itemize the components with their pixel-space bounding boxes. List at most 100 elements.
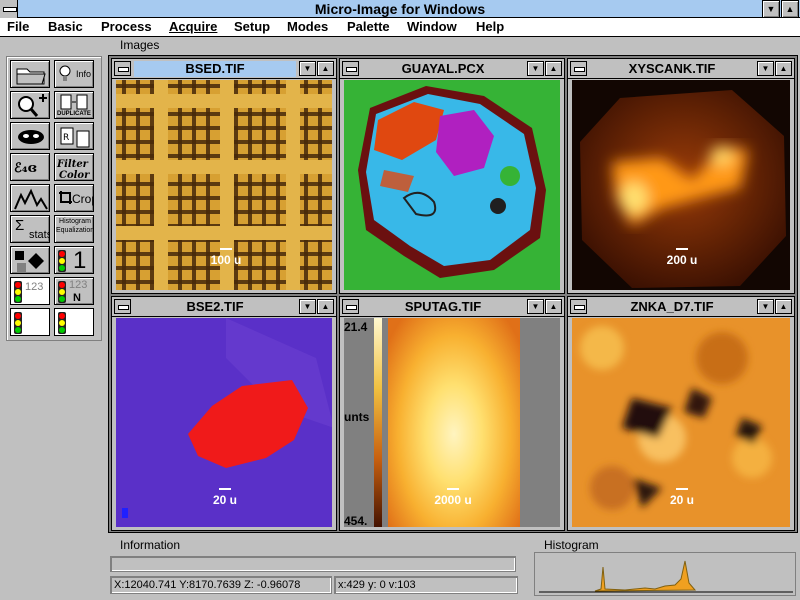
stop-tool-2[interactable] — [54, 308, 94, 336]
window-menu-button[interactable] — [570, 299, 587, 314]
menu-acquire[interactable]: Acquire — [169, 19, 217, 34]
maximize-button[interactable]: ▲ — [775, 299, 792, 314]
colorbar-min-label: 454. — [344, 514, 368, 527]
window-title: GUAYAL.PCX — [401, 61, 485, 76]
crop-icon — [58, 190, 72, 209]
window-title: BSED.TIF — [134, 61, 296, 77]
frame-counter-tool[interactable]: 1 — [54, 246, 94, 274]
menu-basic[interactable]: Basic — [48, 19, 83, 34]
traffic-light-icon — [58, 250, 66, 272]
window-menu-button[interactable] — [342, 61, 359, 76]
window-title: SPUTAG.TIF — [404, 299, 482, 314]
maximize-button[interactable]: ▲ — [545, 299, 562, 314]
menu-modes[interactable]: Modes — [287, 19, 328, 34]
maximize-button[interactable]: ▲ — [781, 0, 799, 18]
window-menu-button[interactable] — [114, 61, 131, 76]
menu-help[interactable]: Help — [476, 19, 504, 34]
traffic-light-icon — [58, 281, 66, 303]
window-title-bar[interactable]: ZNKA_D7.TIF ▼ ▲ — [568, 297, 794, 317]
maximize-button[interactable]: ▲ — [545, 61, 562, 76]
stop-tool-1[interactable] — [10, 308, 50, 336]
colorbar-max-label: 21.4 — [344, 320, 368, 334]
stats-tool[interactable]: Σ stats — [10, 215, 50, 243]
minimize-button[interactable]: ▼ — [299, 299, 316, 314]
image-window-bsed[interactable]: BSED.TIF ▼ ▲ 100 u — [111, 58, 337, 294]
profile-icon — [11, 188, 49, 211]
crop-tool[interactable]: Crop — [54, 184, 94, 212]
sputag-image[interactable]: 21.4 unts 454. 2000 u — [344, 318, 560, 527]
menu-bar: File Basic Process Acquire Setup Modes P… — [0, 18, 800, 37]
window-title: XYSCANK.TIF — [628, 61, 716, 76]
menu-palette[interactable]: Palette — [347, 19, 390, 34]
histogram-panel — [534, 552, 796, 596]
window-title-bar[interactable]: BSE2.TIF ▼ ▲ — [112, 297, 336, 317]
message-field — [110, 556, 516, 572]
image-window-guayal[interactable]: GUAYAL.PCX ▼ ▲ — [339, 58, 565, 294]
window-title-bar[interactable]: GUAYAL.PCX ▼ ▲ — [340, 59, 564, 79]
region-icon: R — [55, 127, 93, 149]
minimize-button[interactable]: ▼ — [527, 299, 544, 314]
mdi-workspace: BSED.TIF ▼ ▲ 100 u GUAYAL.PCX ▼ ▲ XYSCAN… — [108, 55, 798, 533]
image-window-xyscank[interactable]: XYSCANK.TIF ▼ ▲ 200 u — [567, 58, 795, 294]
minimize-button[interactable]: ▼ — [527, 61, 544, 76]
minimize-button[interactable]: ▼ — [299, 61, 316, 76]
window-menu-button[interactable] — [114, 299, 131, 314]
coords-readout: X:12040.741 Y:8170.7639 Z: -0.96078 — [110, 576, 332, 594]
text-tool[interactable]: ℰ₄ɞ — [10, 153, 50, 181]
stats-label: stats — [29, 229, 50, 241]
menu-window[interactable]: Window — [407, 19, 457, 34]
maximize-button[interactable]: ▲ — [775, 61, 792, 76]
filter-tool[interactable]: Filter Color — [54, 153, 94, 181]
window-menu-button[interactable] — [342, 299, 359, 314]
scale-bar: 20 u — [657, 488, 707, 507]
xyscank-image[interactable]: 200 u — [572, 80, 790, 290]
window-title-bar[interactable]: BSED.TIF ▼ ▲ — [112, 59, 336, 79]
lightbulb-icon — [58, 64, 72, 87]
zoom-tool[interactable] — [10, 91, 50, 119]
bse2-image[interactable]: 20 u — [116, 318, 332, 527]
znka-image[interactable]: 20 u — [572, 318, 790, 527]
menu-process[interactable]: Process — [101, 19, 152, 34]
minimize-button[interactable]: ▼ — [762, 0, 780, 18]
text-icon: ℰ₄ɞ — [11, 161, 49, 180]
image-window-sputag[interactable]: SPUTAG.TIF ▼ ▲ 21.4 unts 454. 2000 u — [339, 296, 565, 531]
maximize-button[interactable]: ▲ — [317, 299, 334, 314]
traffic-light-icon — [58, 312, 66, 334]
colorbar-unit-label: unts — [344, 410, 370, 424]
frame-counter-value: 1 — [73, 247, 87, 274]
window-title-bar[interactable]: XYSCANK.TIF ▼ ▲ — [568, 59, 794, 79]
info-tool[interactable]: Info — [54, 60, 94, 88]
image-window-znka[interactable]: ZNKA_D7.TIF ▼ ▲ 20 u — [567, 296, 795, 531]
histogram-section-label: Histogram — [544, 538, 599, 552]
window-title: ZNKA_D7.TIF — [630, 299, 714, 314]
guayal-particle — [358, 86, 546, 278]
app-title: Micro-Image for Windows — [314, 1, 486, 17]
guayal-image[interactable] — [344, 80, 560, 290]
sequence-tool-1[interactable]: 123 — [10, 277, 50, 305]
scale-bar: 20 u — [200, 488, 250, 507]
menu-file[interactable]: File — [7, 19, 29, 34]
mask-tool[interactable] — [10, 122, 50, 150]
bsed-image[interactable]: 100 u — [116, 80, 332, 290]
window-title-bar[interactable]: SPUTAG.TIF ▼ ▲ — [340, 297, 564, 317]
histogram-equalization-tool[interactable]: Histogram Equalization — [54, 215, 94, 243]
sequence-tool-n[interactable]: 123 N — [54, 277, 94, 305]
region-tool[interactable]: R — [54, 122, 94, 150]
menu-setup[interactable]: Setup — [234, 19, 270, 34]
duplicate-tool[interactable]: DUPLICATE — [54, 91, 94, 119]
filter-icon: Filter Color — [55, 159, 93, 180]
image-window-bse2[interactable]: BSE2.TIF ▼ ▲ 20 u — [111, 296, 337, 531]
scale-bar: 2000 u — [428, 488, 478, 507]
window-title: BSE2.TIF — [186, 299, 244, 314]
maximize-button[interactable]: ▲ — [317, 61, 334, 76]
open-folder-tool[interactable] — [10, 60, 50, 88]
folder-icon — [11, 68, 49, 87]
minimize-button[interactable]: ▼ — [757, 61, 774, 76]
magnifier-icon — [11, 94, 49, 118]
minimize-button[interactable]: ▼ — [757, 299, 774, 314]
title-bar: Micro-Image for Windows ▼ ▲ — [0, 0, 800, 18]
duplicate-label: DUPLICATE — [57, 111, 91, 117]
window-menu-button[interactable] — [570, 61, 587, 76]
shapes-tool[interactable] — [10, 246, 50, 274]
profile-tool[interactable] — [10, 184, 50, 212]
